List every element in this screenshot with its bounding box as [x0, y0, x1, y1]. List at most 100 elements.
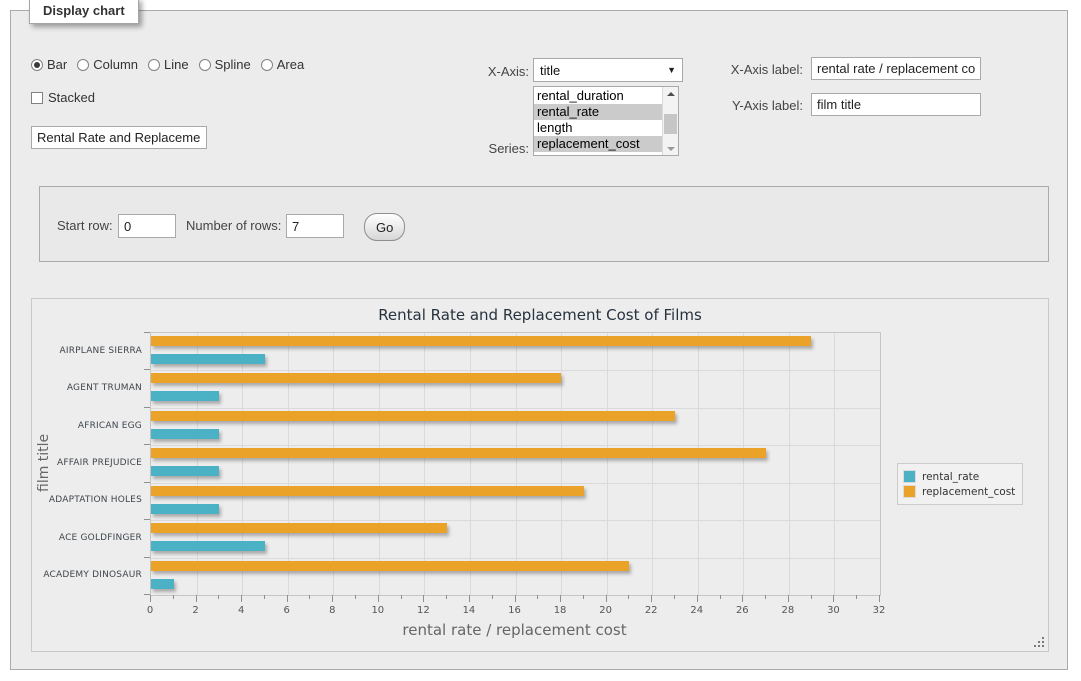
radio-icon[interactable]	[31, 59, 43, 71]
legend-item: rental_rate	[903, 470, 1015, 483]
x-axis-tick	[879, 595, 880, 602]
x-axis-tick-label: 0	[135, 605, 165, 616]
chart-title: Rental Rate and Replacement Cost of Film…	[32, 306, 1048, 324]
legend-label: rental_rate	[922, 471, 979, 483]
y-axis-tick	[144, 482, 150, 483]
x-axis-tick	[264, 595, 265, 599]
x-axis-tick	[742, 595, 743, 602]
scrollbar-thumb[interactable]	[664, 114, 677, 134]
category-label: ACE GOLDFINGER	[32, 519, 142, 556]
y-axis-tick	[144, 332, 150, 333]
gridline-vertical	[516, 333, 517, 595]
chart-type-radios: Bar Column Line Spline Area	[31, 57, 314, 72]
chart-type-column[interactable]: Column	[77, 57, 138, 72]
chart-area: Rental Rate and Replacement Cost of Film…	[31, 298, 1049, 652]
bar-rental_rate	[151, 354, 265, 364]
chart-type-area[interactable]: Area	[261, 57, 304, 72]
category-label: AFFAIR PREJUDICE	[32, 444, 142, 481]
series-option-rental_rate[interactable]: rental_rate	[534, 104, 662, 120]
y-axis-label-label: Y-Axis label:	[699, 98, 803, 113]
go-button[interactable]: Go	[364, 213, 405, 241]
panel-legend: Display chart	[29, 0, 139, 24]
x-axis-tick-label: 18	[545, 605, 575, 616]
x-axis-tick-label: 24	[682, 605, 712, 616]
x-axis-tick-label: 14	[454, 605, 484, 616]
gridline-vertical	[607, 333, 608, 595]
x-axis-tick-label: 10	[363, 605, 393, 616]
chart-title-input[interactable]	[31, 126, 207, 149]
legend-label: replacement_cost	[922, 486, 1015, 498]
x-axis-tick	[515, 595, 516, 602]
bar-rental_rate	[151, 429, 219, 439]
x-axis-label-input[interactable]	[811, 57, 981, 80]
x-axis-tick-label: 4	[226, 605, 256, 616]
x-axis-tick	[446, 595, 447, 599]
series-scrollbar[interactable]	[662, 87, 678, 155]
radio-icon[interactable]	[199, 59, 211, 71]
radio-label: Line	[164, 57, 189, 72]
x-axis-label-label: X-Axis label:	[699, 62, 803, 77]
x-axis-tick-label: 16	[500, 605, 530, 616]
radio-icon[interactable]	[261, 59, 273, 71]
series-listbox[interactable]: rental_durationrental_ratelengthreplacem…	[533, 86, 679, 156]
category-label: ADAPTATION HOLES	[32, 482, 142, 519]
chart-type-spline[interactable]: Spline	[199, 57, 251, 72]
category-label: AFRICAN EGG	[32, 407, 142, 444]
stacked-checkbox[interactable]	[31, 92, 43, 104]
x-axis-tick	[674, 595, 675, 599]
number-of-rows-label: Number of rows:	[186, 218, 281, 233]
page: { "panel_legend": "Display chart", "cont…	[0, 0, 1081, 681]
series-option-length[interactable]: length	[534, 120, 662, 136]
x-axis-tick	[287, 595, 288, 602]
bar-replacement_cost	[151, 336, 811, 346]
gridline-vertical	[789, 333, 790, 595]
x-axis-tick-label: 8	[317, 605, 347, 616]
radio-icon[interactable]	[148, 59, 160, 71]
display-chart-panel: Display chart BarColumnLineSplineArea St…	[10, 10, 1068, 670]
y-axis-tick	[144, 407, 150, 408]
x-axis-tick	[811, 595, 812, 599]
x-axis-tick	[218, 595, 219, 599]
gridline-vertical	[424, 333, 425, 595]
x-axis-tick-label: 28	[773, 605, 803, 616]
stacked-label: Stacked	[48, 90, 95, 105]
y-axis-tick	[144, 369, 150, 370]
x-axis-tick	[833, 595, 834, 602]
x-axis-tick-label: 30	[818, 605, 848, 616]
radio-label: Column	[93, 57, 138, 72]
radio-icon[interactable]	[77, 59, 89, 71]
y-axis-tick	[144, 444, 150, 445]
bar-replacement_cost	[151, 411, 675, 421]
gridline-horizontal	[151, 408, 880, 409]
gridline-vertical	[288, 333, 289, 595]
gridline-vertical	[379, 333, 380, 595]
plot-area	[150, 332, 881, 596]
gridline-vertical	[834, 333, 835, 595]
series-option-rental_duration[interactable]: rental_duration	[534, 88, 662, 104]
gridline-vertical	[470, 333, 471, 595]
category-label: AIRPLANE SIERRA	[32, 332, 142, 369]
bar-replacement_cost	[151, 561, 629, 571]
x-axis-select[interactable]: title ▼	[533, 58, 683, 82]
chart-type-bar[interactable]: Bar	[31, 57, 67, 72]
x-axis-tick	[537, 595, 538, 599]
category-label: ACADEMY DINOSAUR	[32, 557, 142, 594]
x-axis-tick	[628, 595, 629, 599]
y-axis-label-input[interactable]	[811, 93, 981, 116]
x-axis-tick	[196, 595, 197, 602]
gridline-horizontal	[151, 558, 880, 559]
bar-rental_rate	[151, 541, 265, 551]
x-axis-tick	[173, 595, 174, 599]
scroll-up-icon[interactable]	[663, 87, 678, 100]
scroll-down-icon[interactable]	[663, 142, 678, 155]
chart-type-line[interactable]: Line	[148, 57, 189, 72]
gridline-horizontal	[151, 445, 880, 446]
x-axis-tick	[309, 595, 310, 599]
x-axis-tick	[788, 595, 789, 602]
start-row-input[interactable]	[118, 214, 176, 238]
resize-handle-icon[interactable]	[1033, 636, 1045, 648]
series-option-replacement_cost[interactable]: replacement_cost	[534, 136, 662, 152]
gridline-vertical	[698, 333, 699, 595]
number-of-rows-input[interactable]	[286, 214, 344, 238]
bar-replacement_cost	[151, 373, 561, 383]
